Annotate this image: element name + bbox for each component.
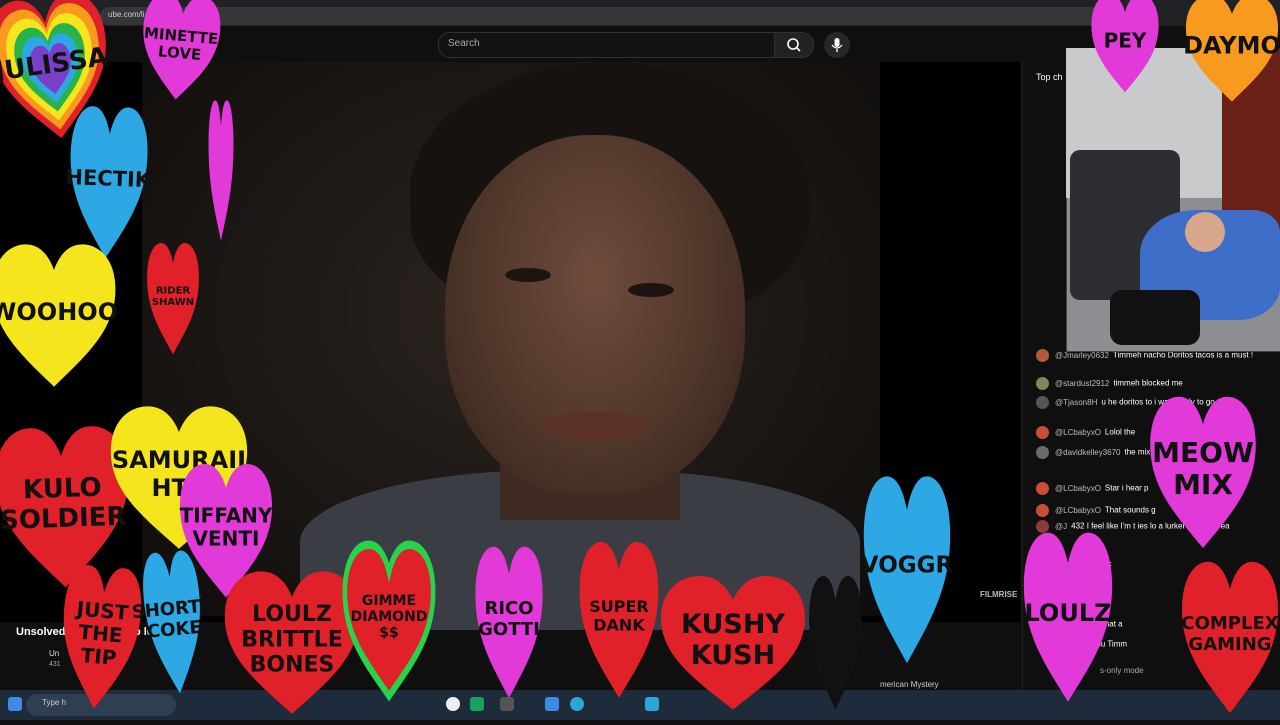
heart-icon: MEOW MIX [1150,396,1256,549]
heart-alert: RICO GOTTI [474,540,544,710]
heart-label: SUPER DANK [589,597,649,634]
webcam-bag [1110,290,1200,345]
avatar[interactable] [1036,446,1049,459]
heart-icon: LOULZ [1023,532,1113,702]
search-icon [787,38,801,52]
heart-label: WOOHOO [0,298,118,326]
address-text: ube.com/li [108,10,145,19]
chrome-icon[interactable] [446,697,460,711]
heart-alert: RIDER SHAWN [146,238,200,363]
heart-label: KUSHY KUSH [681,609,785,671]
heart-label: COMPLEX GAMING [1181,613,1278,655]
search-button[interactable] [774,32,814,58]
heart-label: TYRONE [804,632,868,648]
heart-alert: TYRONE [804,570,867,720]
chat-author[interactable]: @Tjason8H [1055,398,1097,407]
search-placeholder: Search [448,38,480,49]
chat-author[interactable]: @LCbabyxO [1055,428,1101,437]
heart-label: PEY [1104,29,1147,53]
avatar[interactable] [1036,504,1049,517]
address-bar[interactable] [100,7,1100,25]
chat-text: Star i hear p [1104,483,1149,493]
chat-text: timmeh blocked me [1113,378,1183,388]
heart-label: HECTIK [65,165,152,192]
person-eye-right [628,283,674,297]
heart-icon: RIDER SHAWN [147,243,199,355]
heart-alert: KUSHY KUSH [658,570,808,720]
heart-label: DAYMO [1183,32,1280,60]
video-watermark: FILMRISE [980,590,1018,599]
avatar[interactable] [1036,426,1049,439]
heart-icon: VOGGR [861,476,954,664]
heart-label: LOULZ BRITTLE BONES [241,602,342,678]
chat-author[interactable]: @LCbabyxO [1055,484,1101,493]
app-icon[interactable] [545,697,559,711]
person-eye-left [505,268,551,282]
avatar[interactable] [1036,349,1049,362]
heart-label: VOGGR [861,553,954,579]
heart-alert: DAYMO [1183,0,1280,110]
avatar[interactable] [1036,396,1049,409]
heart-icon: KUSHY KUSH [661,576,805,710]
heart-icon: TYRONE [804,576,867,710]
webcam-person-head [1185,212,1225,252]
heart-alert [208,94,234,252]
heart-label: LOULZ [1024,599,1111,627]
heart-label: RICO GOTTI [478,598,540,640]
voice-search-button[interactable] [824,32,850,58]
chat-author[interactable]: @davidkelley3670 [1055,448,1121,457]
heart-alert: GIMME DIAMOND $$ [342,538,436,708]
chat-message: @LCbabyxO Lolol the [1036,426,1135,439]
heart-icon: JUSTTHETIP [63,565,142,709]
chat-author[interactable]: @stardust2912 [1055,379,1109,388]
heart-shape [208,100,234,241]
heart-icon [208,100,234,241]
next-video-title[interactable]: merican Mystery [880,680,939,689]
chat-message: @LCbabyxO Star i hear p [1036,482,1149,495]
heart-icon: WOOHOO [0,244,118,387]
heart-alert: LOULZ BRITTLE BONES [222,565,362,725]
heart-icon: DAYMO [1183,0,1280,102]
microphone-icon [831,38,843,52]
chat-author[interactable]: @LCbabyxO [1055,506,1101,515]
heart-icon: RICO GOTTI [475,546,543,699]
chat-text: Lolol the [1104,427,1136,437]
heart-alert: VOGGR [861,468,954,678]
heart-icon: SUPER DANK [579,542,659,698]
avatar[interactable] [1036,377,1049,390]
heart-alert: SUPER DANK [578,535,660,710]
heart-alert: MEOW MIX [1148,390,1258,560]
heart-icon: LOULZ BRITTLE BONES [224,571,360,714]
heart-alert: PEY [1090,0,1160,100]
person-mouth [540,412,650,440]
heart-alert: LOULZ [1022,525,1114,715]
heart-label: RIDER SHAWN [152,285,194,308]
person-face [445,135,745,495]
chat-message: @LCbabyxO That sounds g [1036,504,1156,517]
heart-icon: COMPLEX GAMING [1181,561,1279,714]
heart-icon: GIMME DIAMOND $$ [342,540,436,702]
heart-alert: WOOHOO [0,238,118,398]
chat-header[interactable]: Top ch [1036,72,1063,82]
search-input[interactable] [438,32,776,58]
heart-alert: COMPLEX GAMING [1180,555,1280,725]
chat-message: @stardust2912 timmeh blocked me [1036,377,1183,390]
heart-icon: PEY [1091,0,1159,93]
windows-start-icon[interactable] [8,697,22,711]
heart-alert: JUSTTHETIP [53,557,147,723]
avatar[interactable] [1036,482,1049,495]
